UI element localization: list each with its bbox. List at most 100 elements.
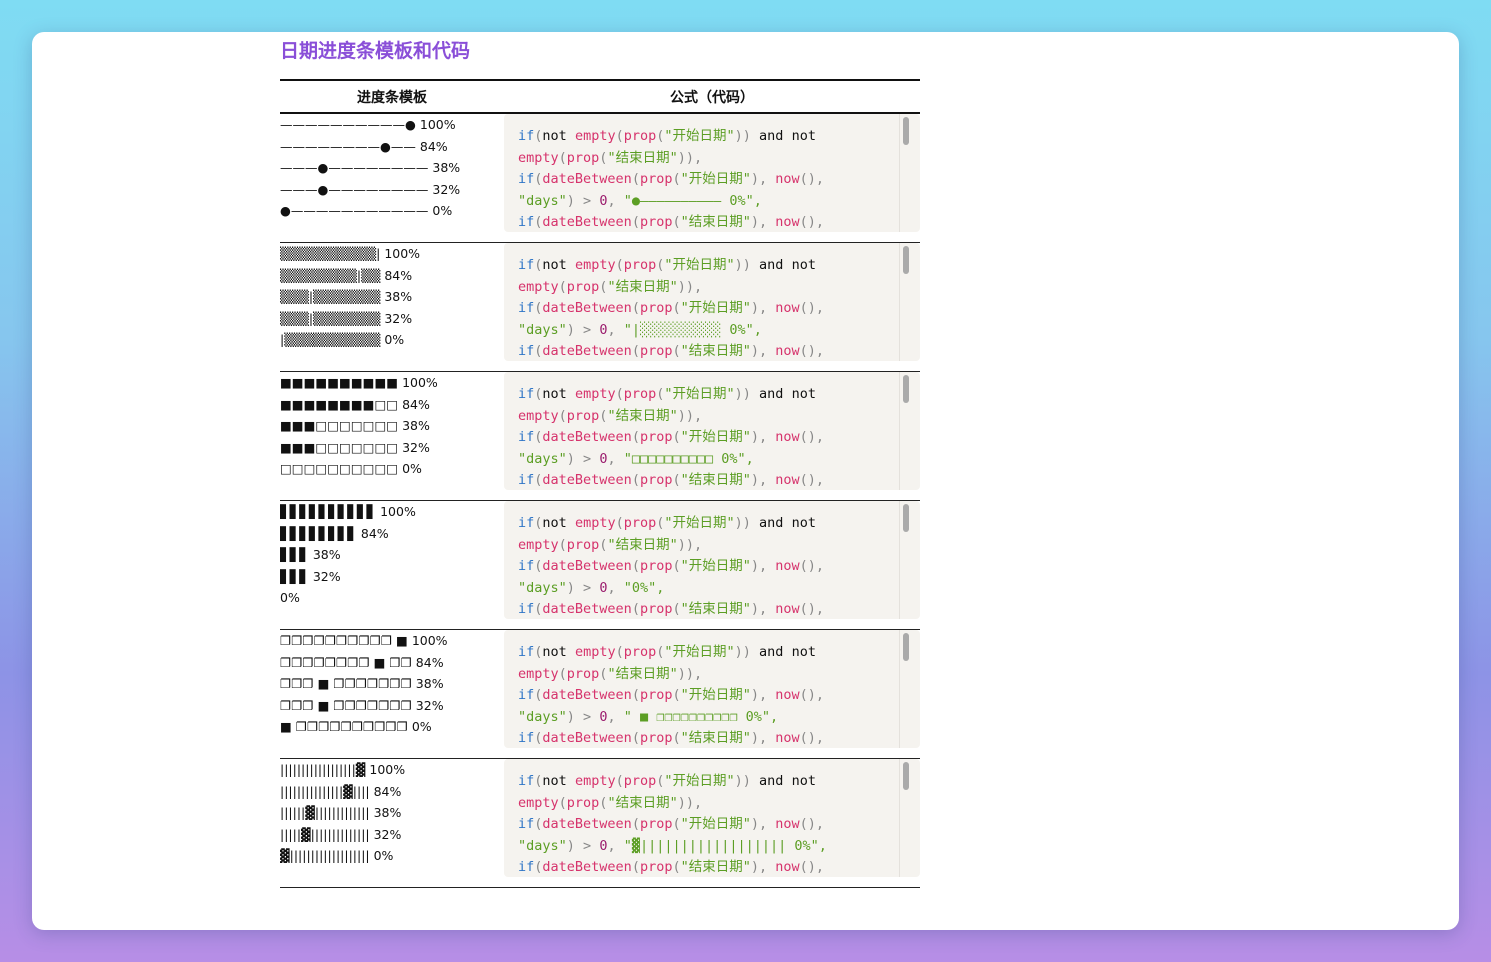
code-fill-string: "□□□□□□□□□□ 0%",	[623, 450, 754, 467]
code-line: if(dateBetween(prop("结束日期"), now(),	[518, 601, 825, 618]
progress-bar-sample: ————————●—— 84%	[280, 138, 448, 154]
code-token: empty	[518, 794, 559, 811]
code-line: empty(prop("结束日期")),	[518, 536, 703, 553]
code-token: >	[583, 579, 592, 596]
code-token: now	[775, 859, 800, 876]
code-token: >	[583, 450, 592, 467]
code-token: now	[775, 171, 800, 188]
code-token: empty	[574, 386, 616, 402]
app-window: 日期进度条模板和代码 进度条模板 公式（代码） ——————————● 100%…	[32, 32, 1459, 930]
code-token: empty	[518, 149, 559, 166]
code-token: >	[583, 708, 592, 725]
page-title: 日期进度条模板和代码	[280, 40, 471, 62]
code-token: >	[583, 192, 592, 209]
code-token: "结束日期"	[607, 407, 678, 424]
code-line: "days") > 0, "0%",	[518, 579, 665, 596]
code-block[interactable]: if(not empty(prop("开始日期")) and not empty(…	[504, 114, 920, 232]
progress-bar-sample: ▒▒▒|▒▒▒▒▒▒▒ 38%	[280, 289, 413, 305]
code-line: if(dateBetween(prop("结束日期"), now(),	[518, 859, 825, 876]
code-fill-string: "●—————————— 0%",	[623, 192, 762, 209]
code-token: prop	[623, 644, 657, 660]
code-line: if(not empty(prop("开始日期")) and not	[518, 257, 816, 273]
code-line: if(dateBetween(prop("开始日期"), now(),	[518, 429, 825, 446]
code-token: prop	[639, 300, 673, 317]
code-token: if	[518, 558, 535, 575]
template-preview-cell: ■■■■■■■■■■ 100% ■■■■■■■■□□ 84% ■■■□□□□□□□ …	[280, 371, 504, 501]
code-token: not	[791, 386, 816, 402]
code-token: "days"	[518, 708, 567, 725]
template-table: 进度条模板 公式（代码） ——————————● 100% ————————●——…	[280, 79, 920, 888]
code-token: prop	[623, 257, 657, 273]
code-token: now	[775, 730, 800, 747]
code-block[interactable]: if(not empty(prop("开始日期")) and not empty(…	[504, 372, 920, 490]
code-line: empty(prop("结束日期")),	[518, 149, 703, 166]
code-token: now	[775, 816, 800, 833]
code-token: prop	[639, 429, 673, 446]
code-scrollbar-thumb[interactable]	[903, 375, 909, 403]
code-block[interactable]: if(not empty(prop("开始日期")) and not empty(…	[504, 759, 920, 877]
code-token: "结束日期"	[680, 472, 751, 489]
code-token: empty	[574, 773, 616, 789]
code-token: not	[542, 515, 567, 531]
progress-bar-sample: ▒▒▒▒▒▒▒▒|▒▒ 84%	[280, 267, 413, 283]
formula-cell: if(not empty(prop("开始日期")) and not empty(…	[504, 629, 920, 759]
progress-bar-sample: 0%	[280, 590, 300, 606]
code-line: "days") > 0, " ■ ❐❐❐❐❐❐❐❐❐❐ 0%",	[518, 708, 779, 725]
progress-bar-sample: ❐❐❐ ■ ❐❐❐❐❐❐❐ 38%	[280, 676, 444, 692]
code-line: if(dateBetween(prop("开始日期"), now(),	[518, 687, 825, 704]
code-line: if(dateBetween(prop("开始日期"), now(),	[518, 300, 825, 317]
formula-cell: if(not empty(prop("开始日期")) and not empty(…	[504, 500, 920, 630]
template-preview-cell: ——————————● 100% ————————●—— 84% ———●—————…	[280, 113, 504, 243]
template-preview-cell: ▒▒▒▒▒▒▒▒▒▒| 100% ▒▒▒▒▒▒▒▒|▒▒ 84% ▒▒▒|▒▒▒▒▒…	[280, 242, 504, 372]
template-preview-cell: ❐❐❐❐❐❐❐❐❐❐ ■ 100% ❐❐❐❐❐❐❐❐ ■ ❐❐ 84% ❐❐❐ ■ …	[280, 629, 504, 759]
code-token: prop	[639, 343, 673, 360]
code-token: and	[759, 773, 784, 789]
code-token: now	[775, 343, 800, 360]
code-line: if(not empty(prop("开始日期")) and not	[518, 128, 816, 144]
code-token: now	[775, 472, 800, 489]
code-token: if	[518, 687, 535, 704]
code-token: "开始日期"	[664, 644, 735, 660]
header-template: 进度条模板	[280, 80, 504, 114]
code-token: now	[775, 429, 800, 446]
code-scrollbar-thumb[interactable]	[903, 246, 909, 274]
code-token: dateBetween	[542, 558, 632, 575]
code-token: "days"	[518, 450, 567, 467]
code-scrollbar-thumb[interactable]	[903, 633, 909, 661]
code-scrollbar-thumb[interactable]	[903, 117, 909, 145]
progress-bar-sample: ▓||||||||||||||||||| 0%	[280, 848, 394, 864]
code-block[interactable]: if(not empty(prop("开始日期")) and not empty(…	[504, 501, 920, 619]
code-line: if(not empty(prop("开始日期")) and not	[518, 386, 816, 402]
code-token: not	[791, 773, 816, 789]
code-token: "结束日期"	[607, 149, 678, 166]
code-token: prop	[566, 407, 600, 424]
progress-bar-sample: ▋▋▋ 38%	[280, 547, 341, 563]
code-token: "开始日期"	[664, 515, 735, 531]
code-token: and	[759, 386, 784, 402]
code-block[interactable]: if(not empty(prop("开始日期")) and not empty(…	[504, 630, 920, 748]
code-token: prop	[623, 128, 657, 144]
code-token: if	[518, 472, 535, 489]
code-token: not	[791, 515, 816, 531]
code-fill-string: " ■ ❐❐❐❐❐❐❐❐❐❐ 0%",	[623, 708, 779, 725]
code-block[interactable]: if(not empty(prop("开始日期")) and not empty(…	[504, 243, 920, 361]
code-token: "days"	[518, 192, 567, 209]
code-token: empty	[518, 407, 559, 424]
code-token: >	[583, 321, 592, 338]
code-line: if(dateBetween(prop("结束日期"), now(),	[518, 472, 825, 489]
code-token: empty	[574, 644, 616, 660]
code-token: if	[518, 300, 535, 317]
code-token: prop	[623, 515, 657, 531]
code-token: not	[791, 128, 816, 144]
template-preview-cell: ▋▋▋▋▋▋▋▋▋▋ 100% ▋▋▋▋▋▋▋▋ 84% ▋▋▋ 38% ▋▋▋ 32…	[280, 500, 504, 630]
progress-bar-sample: ——————————● 100%	[280, 117, 456, 132]
code-scrollbar-thumb[interactable]	[903, 504, 909, 532]
code-fill-string: "|░░░░░░░░░░ 0%",	[623, 321, 762, 338]
code-token: empty	[574, 515, 616, 531]
code-token: dateBetween	[542, 171, 632, 188]
header-formula: 公式（代码）	[504, 80, 920, 114]
code-token: not	[542, 257, 567, 273]
code-token: "开始日期"	[680, 171, 751, 188]
progress-bar-sample: ▋▋▋▋▋▋▋▋▋▋ 100%	[280, 504, 416, 519]
code-scrollbar-thumb[interactable]	[903, 762, 909, 790]
